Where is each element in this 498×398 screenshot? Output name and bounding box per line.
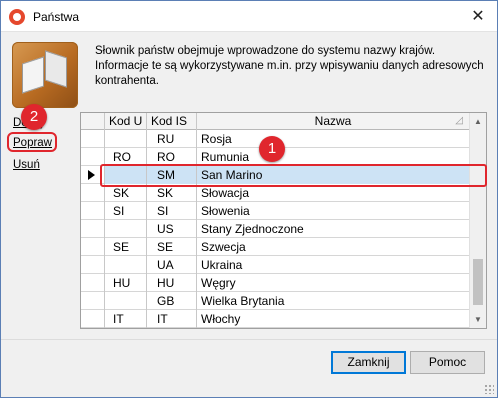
row-indicator [81,310,105,328]
table-row[interactable]: IT IT Włochy [81,310,470,328]
scrollbar-thumb[interactable] [473,259,483,305]
table-row[interactable]: GB Wielka Brytania [81,292,470,310]
cell-kod-u [105,220,147,238]
column-nazwa[interactable]: Nazwa ◿ [197,113,470,130]
app-logo-icon [9,9,25,25]
resize-grip-icon[interactable] [484,384,494,394]
cell-kod-u [105,292,147,310]
row-indicator [81,274,105,292]
close-button[interactable]: Zamknij [331,351,406,374]
cell-kod-is: US [147,220,197,238]
row-indicator [81,292,105,310]
table-row[interactable]: SI SI Słowenia [81,202,470,220]
cell-nazwa: Włochy [197,310,470,328]
cell-kod-is: GB [147,292,197,310]
cell-kod-is: SE [147,238,197,256]
countries-dialog: Państwa ✕ Słownik państw obejmuje wprowa… [0,0,498,398]
step-badge-1: 1 [259,136,285,162]
sort-icon: ◿ [455,115,463,126]
table-row[interactable]: SE SE Szwecja [81,238,470,256]
cell-kod-is: HU [147,274,197,292]
column-kod-u[interactable]: Kod U [105,113,147,130]
book-page-right [45,50,67,88]
cell-kod-u: SE [105,238,147,256]
dictionary-description: Słownik państw obejmuje wprowadzone do s… [95,45,484,87]
cell-kod-u: HU [105,274,147,292]
cell-kod-u: IT [105,310,147,328]
cell-nazwa: Szwecja [197,238,470,256]
cell-kod-is: UA [147,256,197,274]
cell-kod-u: SI [105,202,147,220]
row-indicator [81,130,105,148]
scroll-up-icon[interactable]: ▲ [470,113,486,130]
cell-nazwa: Ukraina [197,256,470,274]
row-indicator [81,256,105,274]
row-indicator [81,220,105,238]
cell-nazwa: Słowenia [197,202,470,220]
table-row[interactable]: US Stany Zjednoczone [81,220,470,238]
cell-nazwa: Rosja [197,130,470,148]
vertical-scrollbar[interactable]: ▲ ▼ [469,113,486,328]
book-page-left [22,56,44,94]
address-book-icon [12,42,78,108]
table-row[interactable]: HU HU Węgry [81,274,470,292]
column-nazwa-label: Nazwa [314,114,352,128]
title-bar: Państwa ✕ [1,1,497,32]
grid-header: Kod U Kod IS Nazwa ◿ [81,113,470,130]
column-indicator [81,113,105,130]
row-indicator [81,202,105,220]
step-badge-2: 2 [21,104,47,130]
selected-row-highlight [100,164,487,187]
help-button[interactable]: Pomoc [410,351,485,374]
cell-kod-u [105,256,147,274]
cell-kod-is: RU [147,130,197,148]
table-row[interactable]: UA Ukraina [81,256,470,274]
window-title: Państwa [33,10,80,24]
column-kod-is[interactable]: Kod IS [147,113,197,130]
cell-kod-is: SI [147,202,197,220]
close-icon[interactable]: ✕ [465,3,491,29]
cell-kod-u [105,130,147,148]
row-indicator [81,238,105,256]
scroll-down-icon[interactable]: ▼ [470,311,486,328]
footer-divider [1,339,497,340]
cell-nazwa: Wielka Brytania [197,292,470,310]
row-pointer-icon [88,170,95,180]
delete-link[interactable]: Usuń [13,159,40,171]
edit-link-highlight [7,132,57,152]
cell-nazwa: Stany Zjednoczone [197,220,470,238]
cell-kod-is: IT [147,310,197,328]
cell-nazwa: Węgry [197,274,470,292]
